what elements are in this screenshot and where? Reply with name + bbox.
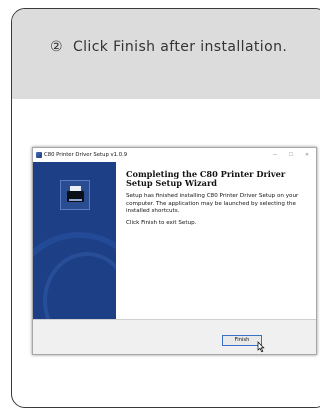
instruction-step: ② Click Finish after installation. bbox=[50, 39, 287, 55]
step-text: Click Finish after installation. bbox=[72, 39, 288, 55]
exit-instruction: Click Finish to exit Setup. bbox=[126, 220, 197, 227]
close-button[interactable]: ✕ bbox=[299, 152, 315, 158]
installer-app-icon bbox=[36, 152, 42, 158]
wizard-heading: Completing the C80 Printer Driver Setup … bbox=[126, 169, 286, 189]
wizard-side-panel bbox=[33, 162, 116, 319]
finish-button-label: Finish bbox=[234, 337, 250, 343]
setup-wizard-window: C80 Printer Driver Setup v1.0.9 — ☐ ✕ Co… bbox=[32, 147, 317, 355]
title-bar: C80 Printer Driver Setup v1.0.9 — ☐ ✕ bbox=[33, 148, 316, 162]
printer-icon bbox=[60, 180, 90, 210]
instruction-card: ② Click Finish after installation. C80 Pr… bbox=[11, 8, 320, 408]
wizard-footer: Finish bbox=[33, 320, 316, 354]
instruction-banner: ② Click Finish after installation. bbox=[12, 9, 320, 99]
minimize-button[interactable]: — bbox=[267, 152, 283, 158]
window-title: C80 Printer Driver Setup v1.0.9 bbox=[44, 152, 128, 158]
wizard-content: Completing the C80 Printer Driver Setup … bbox=[126, 169, 311, 232]
finish-button[interactable]: Finish bbox=[222, 335, 262, 346]
mouse-pointer-icon bbox=[257, 341, 265, 353]
maximize-button[interactable]: ☐ bbox=[283, 152, 299, 158]
step-number: ② bbox=[50, 39, 63, 55]
completion-message: Setup has finished installing C80 Printe… bbox=[126, 193, 299, 215]
